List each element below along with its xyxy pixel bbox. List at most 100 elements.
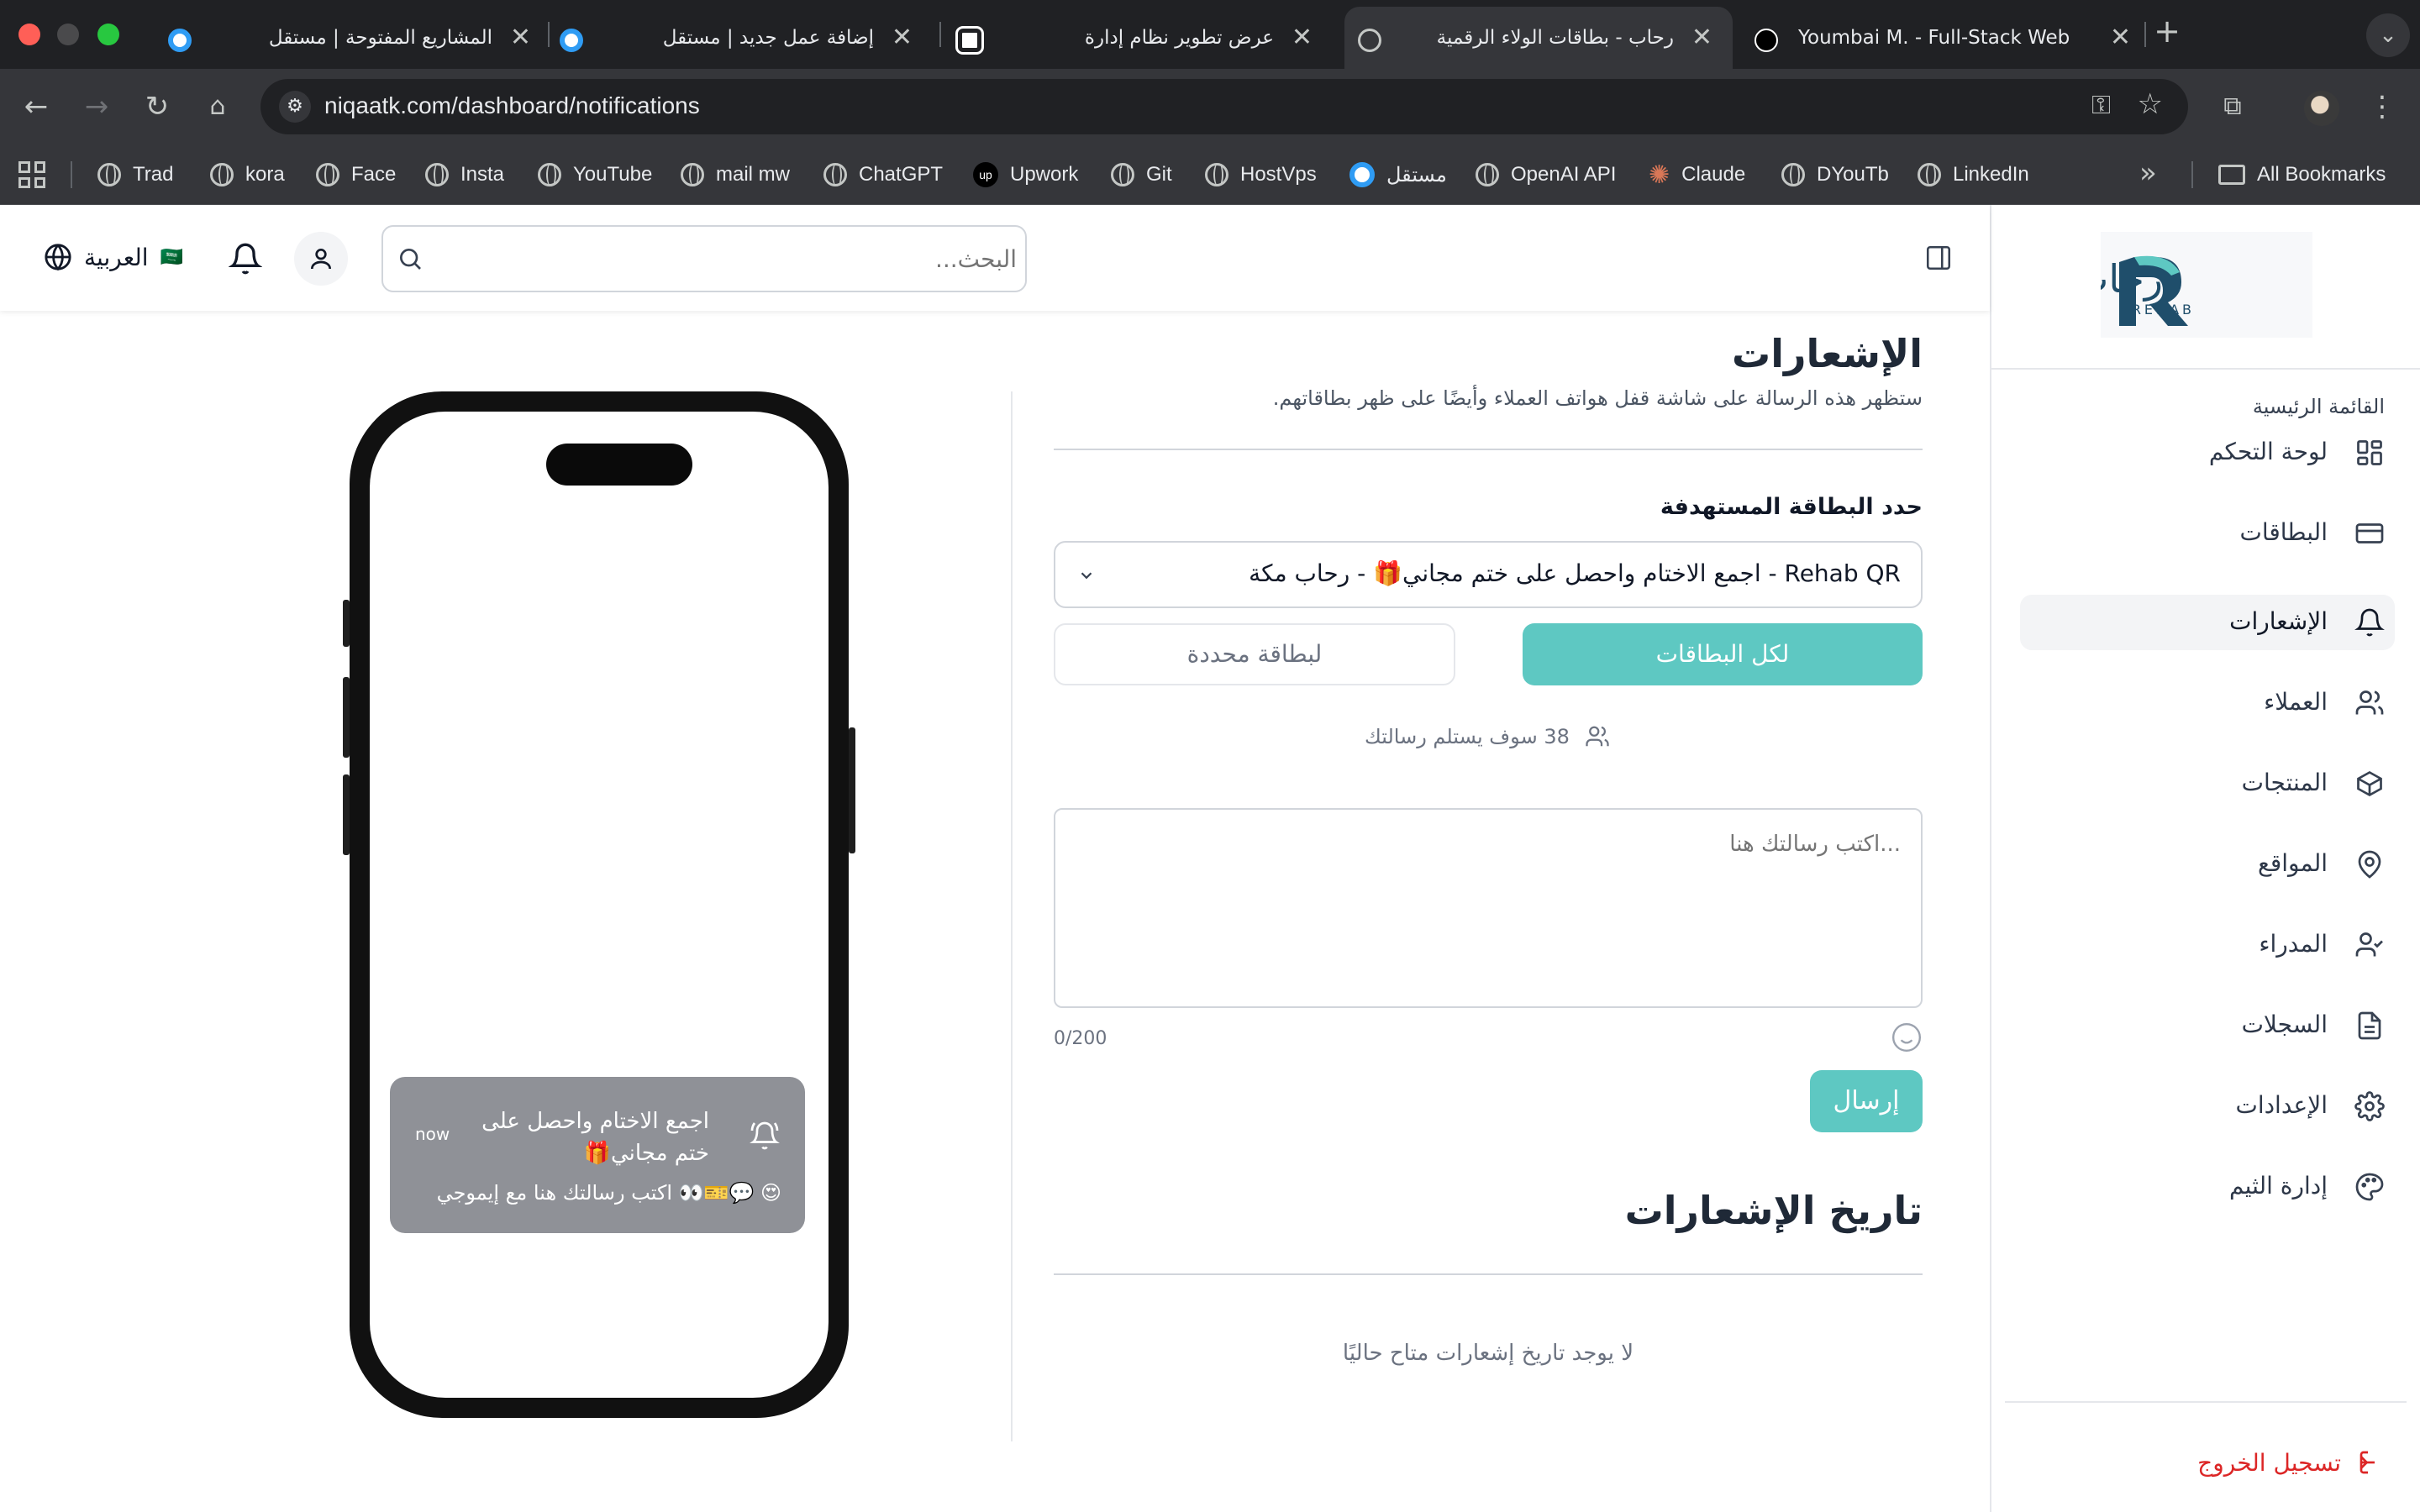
- bookmark-item[interactable]: Trad: [97, 160, 173, 190]
- bookmark-item[interactable]: ✺ Claude: [1649, 160, 1745, 190]
- bookmark-item[interactable]: HostVps: [1205, 160, 1317, 190]
- target-card-select[interactable]: Rehab QR - اجمع الاختام واحصل على ختم مج…: [1054, 541, 1923, 608]
- password-key-icon[interactable]: ⚿: [2091, 91, 2111, 120]
- recipients-count: 38 سوف يستلم رسالتك: [1365, 722, 1610, 751]
- all-cards-button[interactable]: لكل البطاقات: [1523, 623, 1923, 685]
- sidebar-item-customers[interactable]: العملاء: [2020, 675, 2395, 731]
- browser-menu-icon[interactable]: ⋮: [2363, 87, 2402, 126]
- char-counter: 0/200: [1054, 1028, 1107, 1049]
- reload-icon[interactable]: ↻: [138, 87, 176, 126]
- extensions-icon[interactable]: ⧉: [2213, 87, 2252, 126]
- bookmark-star-icon[interactable]: ☆: [2138, 87, 2163, 121]
- apps-grid-icon[interactable]: [18, 161, 45, 188]
- sidebar-item-cards[interactable]: البطاقات: [2020, 506, 2395, 561]
- back-icon[interactable]: ←: [17, 87, 55, 126]
- dynamic-island: [546, 444, 692, 486]
- notification-preview-time: now: [415, 1124, 450, 1144]
- browser-tab[interactable]: المشاريع المفتوحة | مستقل ✕: [139, 7, 551, 69]
- sidebar-item-label: البطاقات: [2239, 518, 2328, 546]
- all-bookmarks-button[interactable]: All Bookmarks: [2218, 160, 2386, 190]
- browser-tab-strip: المشاريع المفتوحة | مستقل ✕ إضافة عمل جد…: [0, 0, 2420, 69]
- history-title: تاريخ الإشعارات: [1624, 1188, 1923, 1233]
- claude-icon: ✺: [1649, 160, 1670, 189]
- close-tab-icon[interactable]: ✕: [892, 24, 913, 52]
- message-textarea[interactable]: [1054, 808, 1923, 1008]
- bookmark-item[interactable]: LinkedIn: [1918, 160, 2029, 190]
- browser-tab-active[interactable]: رحاب - بطاقات الولاء الرقمية ✕: [1344, 7, 1733, 69]
- globe-icon: [45, 244, 71, 271]
- globe-icon: [823, 163, 847, 186]
- bell-ring-icon: [750, 1121, 780, 1150]
- sidebar-item-products[interactable]: المنتجات: [2020, 756, 2395, 811]
- sidebar-toggle-icon[interactable]: [1924, 244, 1953, 272]
- close-tab-icon[interactable]: ✕: [1292, 24, 1313, 52]
- bookmark-item[interactable]: Face: [316, 160, 396, 190]
- sidebar-item-label: المنتجات: [2241, 769, 2328, 796]
- new-tab-button[interactable]: +: [2148, 12, 2186, 50]
- globe-icon: [1111, 163, 1134, 186]
- users-icon: [1586, 726, 1609, 747]
- sidebar-item-locations[interactable]: المواقع: [2020, 837, 2395, 892]
- browser-toolbar: ← → ↻ ⌂ ⚙ niqaatk.com/dashboard/notifica…: [0, 69, 2420, 144]
- saudi-flag-icon: 🇸🇦: [160, 246, 183, 268]
- close-window-button[interactable]: [18, 24, 40, 45]
- address-bar[interactable]: ⚙ niqaatk.com/dashboard/notifications ⚿ …: [260, 79, 2188, 134]
- send-button[interactable]: إرسال: [1810, 1070, 1923, 1132]
- bookmark-item[interactable]: ChatGPT: [823, 160, 943, 190]
- bookmark-item[interactable]: مستقل: [1349, 160, 1447, 190]
- url-text: niqaatk.com/dashboard/notifications: [324, 92, 700, 118]
- sidebar-item-logs[interactable]: السجلات: [2020, 998, 2395, 1053]
- maximize-window-button[interactable]: [97, 24, 119, 45]
- browser-tab[interactable]: Youmbai M. - Full-Stack Web ✕: [1739, 7, 2151, 69]
- section-divider: [1054, 1273, 1923, 1275]
- forward-icon[interactable]: →: [77, 87, 116, 126]
- emoji-picker-icon[interactable]: [1891, 1021, 1923, 1053]
- sidebar-item-managers[interactable]: المدراء: [2020, 917, 2395, 973]
- bookmark-item[interactable]: up Upwork: [973, 160, 1078, 190]
- globe-icon: [425, 163, 449, 186]
- close-tab-icon[interactable]: ✕: [510, 24, 531, 52]
- sidebar-item-dashboard[interactable]: لوحة التحكم: [2020, 425, 2395, 480]
- sidebar-item-label: لوحة التحكم: [2208, 438, 2328, 465]
- close-tab-icon[interactable]: ✕: [1691, 24, 1712, 52]
- site-settings-icon[interactable]: ⚙: [279, 91, 311, 123]
- bookmark-item[interactable]: Git: [1111, 160, 1172, 190]
- sidebar-item-theme[interactable]: إدارة الثيم: [2020, 1159, 2395, 1215]
- sidebar-item-notifications[interactable]: الإشعارات: [2020, 595, 2395, 650]
- tab-title: إضافة عمل جديد | مستقل: [662, 27, 874, 49]
- logout-button[interactable]: تسجيل الخروج: [2197, 1441, 2385, 1483]
- globe-icon: [97, 163, 121, 186]
- sidebar-item-settings[interactable]: الإعدادات: [2020, 1079, 2395, 1134]
- search-input[interactable]: [434, 242, 1017, 276]
- bookmark-item[interactable]: DYouTb: [1781, 160, 1889, 190]
- browser-tab[interactable]: إضافة عمل جديد | مستقل ✕: [538, 7, 933, 69]
- notifications-bell-icon[interactable]: [229, 242, 262, 276]
- notification-preview-card: اجمع الاختام واحصل على ختم مجاني🎁 😍 💬🎫👀 …: [390, 1077, 805, 1233]
- globe-icon: [1781, 163, 1805, 186]
- bookmark-item[interactable]: kora: [210, 160, 285, 190]
- specific-card-button[interactable]: لبطاقة محددة: [1054, 623, 1455, 685]
- card-icon: [2355, 523, 2384, 543]
- tab-title: رحاب - بطاقات الولاء الرقمية: [1436, 27, 1674, 49]
- tab-separator: [2144, 22, 2146, 47]
- more-bookmarks-icon[interactable]: »: [2139, 156, 2157, 190]
- rehab-logo[interactable]: رحاب REHAB: [2072, 232, 2312, 338]
- bookmark-item[interactable]: mail mw: [681, 160, 790, 190]
- user-icon: [311, 249, 331, 270]
- sidebar-item-label: المواقع: [2257, 849, 2328, 877]
- close-tab-icon[interactable]: ✕: [2110, 24, 2131, 52]
- search-box[interactable]: [381, 225, 1027, 292]
- location-icon: [2358, 850, 2381, 879]
- user-avatar-button[interactable]: [294, 232, 348, 286]
- home-icon[interactable]: ⌂: [198, 87, 237, 126]
- sidebar-item-label: الإعدادات: [2235, 1091, 2328, 1119]
- bookmark-item[interactable]: YouTube: [538, 160, 652, 190]
- profile-avatar[interactable]: [2304, 91, 2339, 126]
- tab-search-button[interactable]: ⌄: [2366, 13, 2410, 57]
- bookmark-item[interactable]: OpenAI API: [1476, 160, 1616, 190]
- browser-tab[interactable]: عرض تطوير نظام إدارة ✕: [946, 7, 1333, 69]
- language-switcher[interactable]: العربية 🇸🇦: [44, 239, 183, 276]
- minimize-window-button[interactable]: [57, 24, 79, 45]
- dashboard-icon: [2357, 440, 2382, 465]
- bookmark-item[interactable]: Insta: [425, 160, 504, 190]
